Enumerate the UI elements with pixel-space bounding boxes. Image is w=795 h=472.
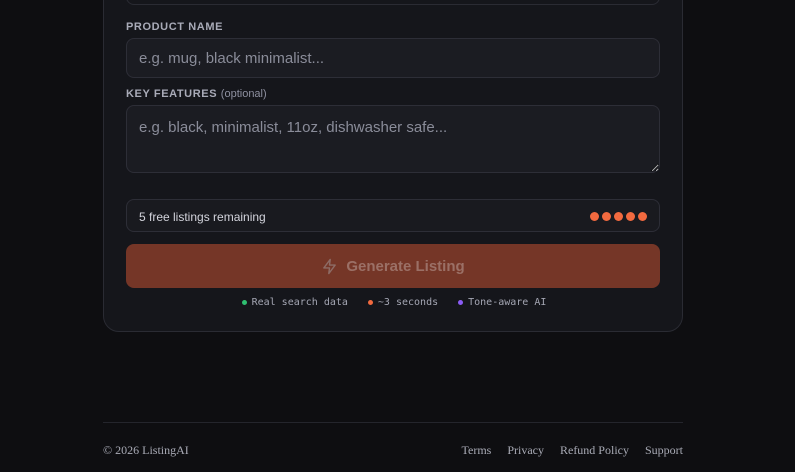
footer-links: Terms Privacy Refund Policy Support <box>462 443 684 458</box>
feature-item: Tone-aware AI <box>458 297 546 308</box>
remaining-dots <box>590 212 647 221</box>
footer-link-refund-policy[interactable]: Refund Policy <box>560 443 629 458</box>
remaining-dot <box>614 212 623 221</box>
product-name-label: PRODUCT NAME <box>126 21 224 33</box>
generate-listing-label: Generate Listing <box>346 257 465 275</box>
key-features-label: KEY FEATURES (optional) <box>126 88 267 100</box>
feature-dot-icon <box>367 300 373 305</box>
feature-label: Real search data <box>251 297 348 308</box>
feature-label: Tone-aware AI <box>468 297 547 308</box>
product-name-input[interactable] <box>126 38 660 78</box>
footer-link-privacy[interactable]: Privacy <box>507 443 544 458</box>
remaining-dot <box>626 212 635 221</box>
feature-item: ~3 seconds <box>367 297 439 308</box>
lightning-icon <box>323 258 337 274</box>
listing-form-card: PRODUCT NAME KEY FEATURES (optional) 5 f… <box>103 0 683 332</box>
remaining-dot <box>602 212 611 221</box>
footer-link-support[interactable]: Support <box>645 443 683 458</box>
footer-divider <box>103 422 683 423</box>
feature-item: Real search data <box>241 297 348 308</box>
key-features-textarea[interactable] <box>126 105 660 173</box>
listings-remaining-panel: 5 free listings remaining <box>126 199 660 232</box>
generate-listing-button[interactable]: Generate Listing <box>126 244 660 288</box>
feature-label: ~3 seconds <box>377 297 439 308</box>
listings-remaining-text: 5 free listings remaining <box>139 210 266 224</box>
footer-link-terms[interactable]: Terms <box>462 443 492 458</box>
previous-field-edge <box>126 0 660 5</box>
feature-dot-icon <box>241 300 247 305</box>
feature-dot-icon <box>458 300 464 305</box>
remaining-dot <box>590 212 599 221</box>
footer-copyright: © 2026 ListingAI <box>103 443 189 457</box>
feature-highlights: Real search data ~3 seconds Tone-aware AI <box>104 297 684 308</box>
optional-note: (optional) <box>220 88 267 100</box>
remaining-dot <box>638 212 647 221</box>
